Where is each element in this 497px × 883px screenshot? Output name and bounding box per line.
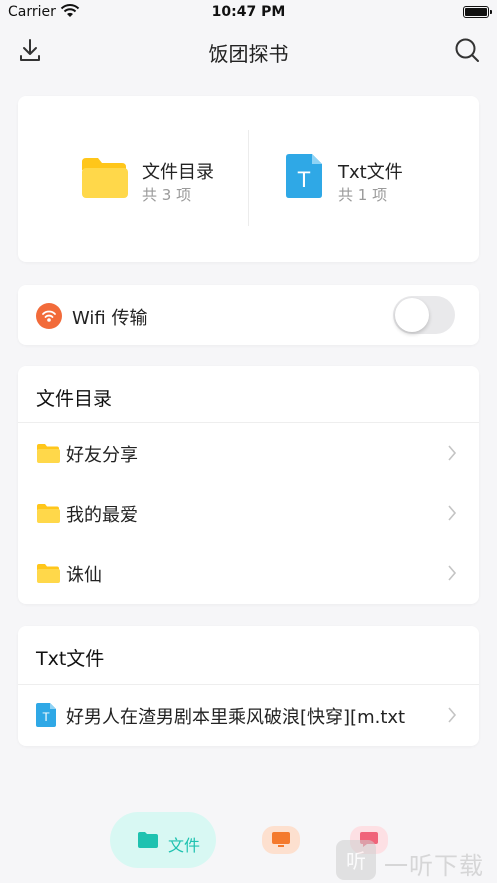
list-item-label: 诛仙 bbox=[66, 565, 102, 586]
list-item-label: 好友分享 bbox=[66, 445, 138, 466]
nav-bar: 饭团探书 bbox=[0, 28, 497, 74]
folder-icon bbox=[82, 158, 128, 198]
txt-summary-count: 共 1 项 bbox=[338, 186, 388, 204]
chevron-right-icon bbox=[448, 445, 457, 461]
watermark: 听 一听下载 bbox=[336, 836, 496, 882]
txt-file-icon: T bbox=[36, 703, 56, 727]
tab-transfer[interactable] bbox=[262, 826, 300, 854]
tab-files[interactable]: 文件 bbox=[110, 812, 216, 868]
folder-icon bbox=[37, 444, 60, 463]
wifi-icon bbox=[36, 303, 62, 329]
list-item[interactable]: T 好男人在渣男剧本里乘风破浪[快穿][m.txt bbox=[18, 685, 479, 745]
txt-section: Txt文件 T 好男人在渣男剧本里乘风破浪[快穿][m.txt bbox=[18, 626, 479, 746]
txt-summary-title: Txt文件 bbox=[338, 162, 403, 183]
list-item[interactable]: 好友分享 bbox=[18, 423, 479, 483]
folder-icon bbox=[37, 504, 60, 523]
tab-files-label: 文件 bbox=[168, 836, 201, 855]
txt-file-icon-letter: T bbox=[297, 167, 310, 192]
list-item-label: 好男人在渣男剧本里乘风破浪[快穿][m.txt bbox=[66, 707, 406, 728]
list-item[interactable]: 诛仙 bbox=[18, 543, 479, 603]
chevron-right-icon bbox=[448, 707, 457, 723]
wifi-transfer-label: Wifi 传输 bbox=[72, 308, 148, 329]
list-item[interactable]: 我的最爱 bbox=[18, 483, 479, 543]
status-bar: Carrier 10:47 PM bbox=[0, 0, 497, 26]
battery-icon bbox=[463, 6, 492, 18]
watermark-logo: 听 bbox=[336, 840, 376, 880]
watermark-text: 一听下载 bbox=[384, 852, 484, 880]
folder-icon bbox=[138, 832, 158, 848]
summary-divider bbox=[248, 130, 249, 226]
txt-file-icon-letter: T bbox=[42, 710, 50, 724]
wifi-transfer-toggle[interactable] bbox=[393, 296, 455, 334]
status-time: 10:47 PM bbox=[211, 4, 286, 20]
txt-file-icon: T bbox=[286, 154, 322, 198]
chevron-right-icon bbox=[448, 565, 457, 581]
wifi-transfer-card: Wifi 传输 bbox=[18, 285, 479, 345]
directory-section: 文件目录 好友分享 我的最爱 诛仙 bbox=[18, 366, 479, 604]
folders-summary-title: 文件目录 bbox=[142, 162, 214, 183]
search-icon[interactable] bbox=[453, 36, 481, 64]
watermark-logo-text: 听 bbox=[346, 849, 366, 873]
list-item-label: 我的最爱 bbox=[66, 505, 138, 526]
monitor-icon bbox=[272, 832, 290, 847]
txt-section-title: Txt文件 bbox=[36, 648, 105, 670]
folder-icon bbox=[37, 564, 60, 583]
chevron-right-icon bbox=[448, 505, 457, 521]
directory-section-title: 文件目录 bbox=[36, 388, 113, 410]
summary-card: 文件目录 共 3 项 T Txt文件 共 1 项 bbox=[18, 96, 479, 262]
page-title: 饭团探书 bbox=[208, 42, 289, 66]
folders-summary-count: 共 3 项 bbox=[142, 186, 192, 204]
